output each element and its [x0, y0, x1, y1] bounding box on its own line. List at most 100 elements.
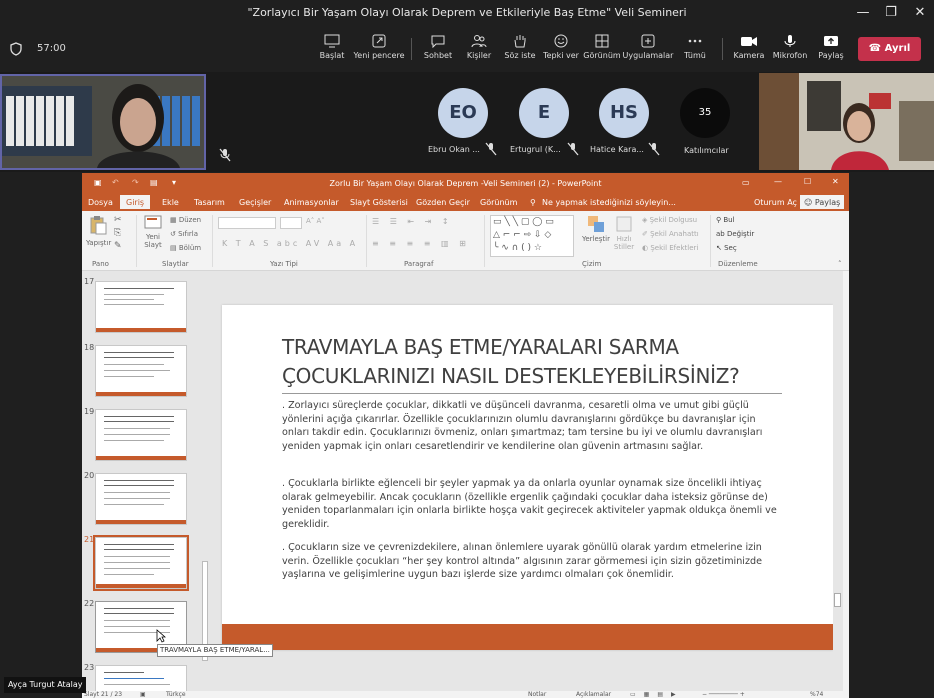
mic-off-icon	[567, 142, 579, 156]
slide-thumbnail[interactable]	[95, 473, 187, 525]
new-window-label: Yeni pencere	[353, 51, 405, 60]
more-actions-button[interactable]: Tümü	[667, 32, 723, 70]
leave-button[interactable]: ☎ Ayrıl	[858, 37, 921, 61]
tab-view[interactable]: Görünüm	[480, 198, 517, 207]
more-icon	[688, 39, 702, 43]
current-slide[interactable]: TRAVMAYLA BAŞ ETME/YARALARI SARMA ÇOCUKLA…	[222, 305, 833, 650]
copy-icon[interactable]: ⎘	[114, 228, 121, 238]
sign-in-link[interactable]: Oturum Aç	[754, 198, 797, 207]
restore-button[interactable]: ❐	[878, 3, 904, 23]
slide-thumbnail-selected[interactable]	[93, 535, 189, 591]
meeting-toolbar: 57:00 Başlat Yeni pencere Sohbet Kişiler…	[0, 26, 934, 72]
replace-button[interactable]: ab Değiştir	[716, 230, 754, 238]
shape-effects-label: Şekil Efektleri	[650, 244, 699, 252]
notes-button[interactable]: Notlar	[528, 691, 546, 698]
new-slide-button[interactable]: Yeni Slayt	[140, 215, 166, 255]
share-screen-icon	[324, 34, 340, 48]
find-button[interactable]: ⚲ Bul	[716, 216, 735, 224]
share-tray-button[interactable]: Paylaş	[803, 32, 859, 70]
slide-title[interactable]: TRAVMAYLA BAŞ ETME/YARALARI SARMA ÇOCUKLA…	[282, 333, 802, 391]
section-icon: ▤	[170, 244, 179, 252]
select-icon: ↖	[716, 244, 725, 252]
cut-icon[interactable]: ✂	[114, 215, 122, 225]
shape-fill-button[interactable]: ◈ Şekil Dolgusu	[642, 216, 697, 224]
collapse-ribbon-icon[interactable]: ˄	[838, 260, 842, 268]
language-indicator[interactable]: Türkçe	[166, 691, 186, 698]
reset-button[interactable]: ↺ Sıfırla	[170, 230, 198, 238]
status-bar: Slayt 21 / 23 ▣ Türkçe Notlar Açıklamala…	[82, 691, 849, 698]
leave-label: Ayrıl	[884, 43, 911, 54]
font-size-select[interactable]	[280, 217, 302, 229]
share-tray-label: Paylaş	[818, 51, 844, 60]
presenter-video[interactable]	[0, 74, 206, 170]
tab-file[interactable]: Dosya	[88, 198, 113, 207]
quick-styles-label: Hızlı Stiller	[613, 235, 635, 251]
slide-editor: TRAVMAYLA BAŞ ETME/YARALARI SARMA ÇOCUKLA…	[210, 271, 843, 691]
meeting-timer: 57:00	[37, 43, 66, 54]
tab-design[interactable]: Tasarım	[194, 198, 225, 207]
ppt-restore-button[interactable]: ☐	[804, 177, 811, 186]
quick-styles-button[interactable]: Hızlı Stiller	[612, 215, 636, 251]
slide-paragraph[interactable]: . Zorlayıcı süreçlerde çocuklar, dikkatl…	[282, 399, 782, 453]
tab-animations[interactable]: Animasyonlar	[284, 198, 339, 207]
ppt-close-button[interactable]: ✕	[832, 177, 839, 186]
view-icon	[595, 34, 609, 48]
font-format-buttons[interactable]: K T A S abc AV Aa A	[222, 239, 358, 248]
people-label: Kişiler	[466, 51, 492, 60]
new-window-button[interactable]: Yeni pencere	[351, 32, 407, 70]
editor-scrollbar[interactable]	[833, 271, 843, 691]
slide-paragraph[interactable]: . Çocukların size ve çevrenizdekilere, a…	[282, 541, 782, 582]
slide-thumbnail[interactable]	[95, 665, 187, 691]
tab-slideshow[interactable]: Slayt Gösterisi	[350, 198, 408, 207]
shapes-gallery[interactable]: ▭ ╲ ╲ ▢ ◯ ▭ △ ⌐ ⌐ ⇨ ⇩ ◇ ╰ ∿ ∩ ( ) ☆	[490, 215, 574, 257]
zoom-level[interactable]: %74	[810, 691, 823, 698]
ribbon-display-icon[interactable]: ▭	[742, 178, 750, 187]
paste-button[interactable]: Yapıştır	[86, 215, 111, 255]
close-window-button[interactable]: ✕	[907, 3, 933, 23]
arrange-button[interactable]: Yerleştir	[582, 215, 610, 243]
format-painter-icon[interactable]: ✎	[114, 241, 122, 251]
layout-icon: ▦	[170, 216, 179, 224]
section-button[interactable]: ▤ Bölüm	[170, 244, 201, 252]
participant-avatar-eo[interactable]: EO	[438, 88, 488, 138]
tab-transitions[interactable]: Geçişler	[239, 198, 271, 207]
tab-home[interactable]: Giriş	[120, 195, 151, 209]
slide-paragraph[interactable]: . Çocuklarla birlikte eğlenceli bir şeyl…	[282, 477, 782, 531]
slide-thumbnail[interactable]	[95, 281, 187, 333]
thumbnail-scrollbar[interactable]	[200, 271, 210, 691]
participant-avatar-e[interactable]: E	[519, 88, 569, 138]
spellcheck-icon[interactable]: ▣	[140, 691, 146, 698]
arrange-label: Yerleştir	[582, 235, 610, 243]
editor-scroll-thumb[interactable]	[834, 593, 841, 607]
share-ppt-button[interactable]: ☺ Paylaş	[800, 195, 845, 209]
tell-me-box[interactable]: Ne yapmak istediğinizi söyleyin...	[542, 198, 676, 207]
select-button[interactable]: ↖ Seç	[716, 244, 737, 252]
view-mode-icons[interactable]: ▭▦▤▶	[630, 691, 684, 698]
ppt-minimize-button[interactable]: —	[774, 177, 782, 186]
more-actions-label: Tümü	[684, 51, 706, 60]
zoom-slider[interactable]: − ──────── +	[702, 691, 745, 698]
thumb-number: 19	[84, 407, 95, 416]
font-grow-shrink-icon[interactable]: A˄ A˅	[306, 217, 325, 225]
layout-button[interactable]: ▦ Düzen	[170, 216, 201, 224]
shape-outline-button[interactable]: ✐ Şekil Anahattı	[642, 230, 699, 238]
participant-avatar-hs[interactable]: HS	[599, 88, 649, 138]
tab-review[interactable]: Gözden Geçir	[416, 198, 470, 207]
apps-icon	[641, 34, 655, 48]
shape-effects-button[interactable]: ◐ Şekil Efektleri	[642, 244, 698, 252]
minimize-button[interactable]: —	[850, 3, 876, 23]
tab-insert[interactable]: Ekle	[162, 198, 179, 207]
share-screen-label: Başlat	[319, 51, 345, 60]
more-participants-button[interactable]: 35	[680, 88, 730, 138]
group-label-drawing: Çizim	[582, 260, 602, 268]
presenter-name-badge: Ayça Turgut Atalay	[4, 677, 87, 693]
comments-button[interactable]: Açıklamalar	[576, 691, 611, 698]
align-buttons[interactable]: ≡ ≡ ≡ ≡ ▥ ⊞	[372, 239, 470, 248]
shape-outline-label: Şekil Anahattı	[650, 230, 699, 238]
list-buttons[interactable]: ☰ ☰ ⇤ ⇥ ↕	[372, 217, 453, 226]
slide-thumbnail[interactable]	[95, 345, 187, 397]
find-label: Bul	[723, 216, 735, 224]
font-name-select[interactable]	[218, 217, 276, 229]
slide-thumbnail[interactable]	[95, 409, 187, 461]
self-video[interactable]	[759, 73, 934, 170]
